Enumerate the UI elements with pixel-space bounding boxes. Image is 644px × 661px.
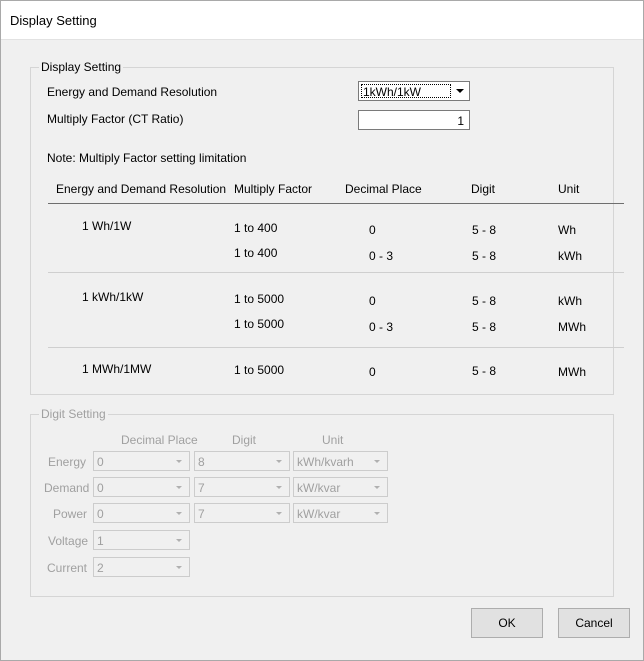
decimal-cell: 0	[369, 365, 376, 379]
resolution-cell: 1 MWh/1MW	[82, 362, 152, 376]
power-unit-dropdown[interactable]: kW/kvar	[293, 503, 388, 523]
dropdown-value: kW/kvar	[297, 507, 341, 521]
chevron-down-icon	[276, 486, 282, 489]
chevron-down-icon	[176, 460, 182, 463]
demand-digit-dropdown[interactable]: 7	[194, 477, 290, 497]
decimal-cell: 0	[369, 294, 376, 308]
multiply-factor-value: 1	[457, 114, 464, 128]
row-label-energy: Energy	[48, 455, 87, 469]
resolution-cell: 1 Wh/1W	[82, 219, 132, 233]
unit-cell: kWh	[558, 249, 582, 263]
factor-cell: 1 to 5000	[234, 363, 285, 377]
digit-header-digit: Digit	[232, 433, 257, 447]
group-divider	[48, 272, 624, 273]
chevron-down-icon	[176, 566, 182, 569]
digit-header-decimal: Decimal Place	[121, 433, 198, 447]
col-header-digit: Digit	[471, 182, 496, 196]
limitation-note: Note: Multiply Factor setting limitation	[47, 151, 247, 165]
row-label-current: Current	[47, 561, 88, 575]
dialog-window: Display Setting Display Setting Energy a…	[0, 0, 644, 661]
unit-cell: Wh	[558, 223, 576, 237]
ok-button[interactable]: OK	[471, 608, 543, 638]
dropdown-value: 7	[198, 507, 205, 521]
factor-cell: 1 to 400	[234, 221, 278, 235]
power-decimal-dropdown[interactable]: 0	[93, 503, 190, 523]
header-divider	[48, 203, 624, 204]
chevron-down-icon	[374, 512, 380, 515]
digit-cell: 5 - 8	[472, 249, 497, 263]
digit-cell: 5 - 8	[472, 223, 497, 237]
unit-cell: MWh	[558, 365, 586, 379]
row-label-demand: Demand	[44, 481, 90, 495]
factor-cell: 1 to 400	[234, 246, 278, 260]
dropdown-value: 0	[97, 455, 104, 469]
digit-header-unit: Unit	[322, 433, 344, 447]
chevron-down-icon	[276, 460, 282, 463]
focus-rect	[361, 84, 451, 98]
dropdown-value: 7	[198, 481, 205, 495]
decimal-cell: 0 - 3	[369, 249, 394, 263]
row-label-voltage: Voltage	[48, 534, 89, 548]
dropdown-value: 2	[97, 561, 104, 575]
dropdown-value: kWh/kvarh	[297, 455, 354, 469]
resolution-dropdown[interactable]: 1kWh/1kW	[358, 81, 470, 101]
dropdown-value: kW/kvar	[297, 481, 341, 495]
title-bar[interactable]: Display Setting	[1, 1, 643, 40]
voltage-decimal-dropdown[interactable]: 1	[93, 530, 190, 550]
display-setting-group: Display Setting Energy and Demand Resolu…	[30, 60, 624, 395]
window-title: Display Setting	[10, 13, 97, 28]
energy-unit-dropdown[interactable]: kWh/kvarh	[293, 451, 388, 471]
factor-cell: 1 to 5000	[234, 292, 285, 306]
decimal-cell: 0	[369, 223, 376, 237]
col-header-resolution: Energy and Demand Resolution	[56, 182, 227, 196]
chevron-down-icon	[374, 460, 380, 463]
col-header-multiply: Multiply Factor	[234, 182, 313, 196]
chevron-down-icon	[456, 89, 464, 93]
digit-setting-group: Digit Setting Decimal Place Digit Unit E…	[30, 407, 614, 597]
col-header-unit: Unit	[558, 182, 580, 196]
chevron-down-icon	[176, 486, 182, 489]
resolution-label: Energy and Demand Resolution	[47, 85, 218, 99]
dropdown-value: 8	[198, 455, 205, 469]
demand-unit-dropdown[interactable]: kW/kvar	[293, 477, 388, 497]
row-label-power: Power	[53, 507, 88, 521]
energy-decimal-dropdown[interactable]: 0	[93, 451, 190, 471]
chevron-down-icon	[374, 486, 380, 489]
energy-digit-dropdown[interactable]: 8	[194, 451, 290, 471]
unit-cell: kWh	[558, 294, 582, 308]
col-header-decimal: Decimal Place	[345, 182, 422, 196]
dropdown-value: 0	[97, 481, 104, 495]
multiply-factor-label: Multiply Factor (CT Ratio)	[47, 112, 184, 126]
digit-cell: 5 - 8	[472, 294, 497, 308]
multiply-factor-input[interactable]: 1	[358, 110, 470, 130]
current-decimal-dropdown[interactable]: 2	[93, 557, 190, 577]
cancel-button[interactable]: Cancel	[558, 608, 630, 638]
digit-cell: 5 - 8	[472, 320, 497, 334]
display-setting-legend: Display Setting	[39, 60, 124, 74]
factor-cell: 1 to 5000	[234, 317, 285, 331]
chevron-down-icon	[176, 512, 182, 515]
power-digit-dropdown[interactable]: 7	[194, 503, 290, 523]
resolution-cell: 1 kWh/1kW	[82, 290, 144, 304]
dropdown-value: 0	[97, 507, 104, 521]
group-divider	[48, 347, 624, 348]
unit-cell: MWh	[558, 320, 586, 334]
chevron-down-icon	[176, 539, 182, 542]
digit-cell: 5 - 8	[472, 364, 497, 378]
decimal-cell: 0 - 3	[369, 320, 394, 334]
demand-decimal-dropdown[interactable]: 0	[93, 477, 190, 497]
digit-setting-legend: Digit Setting	[39, 407, 108, 421]
chevron-down-icon	[276, 512, 282, 515]
dropdown-value: 1	[97, 534, 104, 548]
